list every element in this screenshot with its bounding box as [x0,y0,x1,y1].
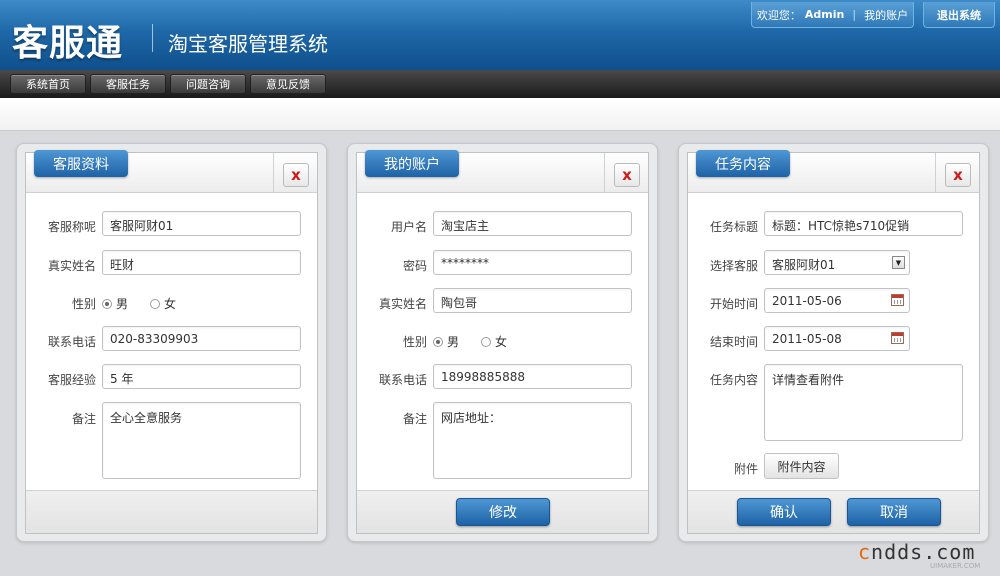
task-form: 任务标题 标题：HTC惊艳s710促销 选择客服 客服阿财01 ▼ 开始时间 2… [688,194,979,490]
task-content-textarea[interactable]: 详情查看附件 [764,364,963,441]
watermark-sub: UIMAKER.COM [930,562,981,570]
account-notes-label: 备注 [402,412,427,426]
profile-panel-footer [26,490,317,533]
sub-toolbar [0,98,1000,131]
notes-textarea[interactable]: 全心全意服务 [102,402,301,479]
task-panel: 任务内容 x 任务标题 标题：HTC惊艳s710促销 选择客服 客服阿财01 ▼… [678,143,989,542]
nickname-label: 客服称呢 [47,220,96,234]
username-field[interactable]: 淘宝店主 [433,211,632,236]
username: Admin [804,8,845,21]
user-box: 欢迎您： Admin | 我的账户 [751,2,914,28]
account-panel-footer: 修改 [357,490,648,533]
profile-panel-header: 客服资料 x [26,150,317,193]
modify-button[interactable]: 修改 [456,498,550,526]
nav-item-tasks[interactable]: 客服任务 [90,74,166,94]
task-close-area: x [935,153,979,193]
agent-select-label: 选择客服 [709,259,758,273]
account-panel: 我的账户 x 用户名 淘宝店主 密码 ******** 真实姓名 陶包哥 性别 … [347,143,658,542]
watermark-logo: cndds.com [858,540,976,564]
account-panel-title: 我的账户 [365,150,459,177]
account-notes-textarea[interactable]: 网店地址： [433,402,632,479]
username-label: 用户名 [390,220,427,234]
account-phone-label: 联系电话 [378,373,427,387]
account-panel-inner: 我的账户 x 用户名 淘宝店主 密码 ******** 真实姓名 陶包哥 性别 … [356,150,649,534]
end-date-label: 结束时间 [709,335,758,349]
logout-button[interactable]: 退出系统 [923,2,995,28]
experience-label: 客服经验 [47,373,96,387]
task-panel-title: 任务内容 [696,150,790,177]
task-close-icon[interactable]: x [945,163,971,187]
account-gender-female-radio[interactable] [481,336,492,347]
account-gender-radio-group: 男 女 [433,333,507,350]
profile-panel: 客服资料 x 客服称呢 客服阿财01 真实姓名 旺财 性别 男 女 联系电话 0… [16,143,327,542]
end-date-field[interactable]: 2011-05-08 [764,326,910,351]
end-date-value: 2011-05-08 [772,332,842,346]
start-date-field[interactable]: 2011-05-06 [764,288,910,313]
gender-female-radio[interactable] [150,298,161,309]
confirm-button[interactable]: 确认 [737,498,831,526]
account-realname-label: 真实姓名 [378,297,427,311]
phone-label: 联系电话 [47,335,96,349]
account-gender-female-label: 女 [495,335,508,349]
task-panel-footer: 确认 取消 [688,490,979,533]
profile-panel-title: 客服资料 [34,150,128,177]
start-date-value: 2011-05-06 [772,294,842,308]
account-panel-header: 我的账户 x [357,150,648,193]
task-panel-header: 任务内容 x [688,150,979,193]
logo-divider [152,24,153,52]
account-gender-label: 性别 [402,335,427,349]
chevron-down-icon[interactable]: ▼ [892,256,905,269]
user-separator: | [852,8,857,21]
realname-label: 真实姓名 [47,259,96,273]
welcome-text: 欢迎您： [756,8,801,22]
task-title-field[interactable]: 标题：HTC惊艳s710促销 [764,211,963,236]
calendar-icon[interactable] [891,294,904,306]
account-close-icon[interactable]: x [614,163,640,187]
account-form: 用户名 淘宝店主 密码 ******** 真实姓名 陶包哥 性别 男 女 联系电… [357,194,648,490]
password-label: 密码 [402,259,427,273]
header: 客服通 淘宝客服管理系统 欢迎您： Admin | 我的账户 退出系统 [0,0,1000,70]
account-gender-male-label: 男 [447,335,460,349]
phone-field[interactable]: 020-83309903 [102,326,301,351]
nickname-field[interactable]: 客服阿财01 [102,211,301,236]
gender-label: 性别 [71,297,96,311]
agent-select[interactable]: 客服阿财01 ▼ [764,250,910,275]
notes-label: 备注 [71,412,96,426]
main-nav: 系统首页 客服任务 问题咨询 意见反馈 [0,70,1000,98]
password-field[interactable]: ******** [433,250,632,275]
nav-item-questions[interactable]: 问题咨询 [170,74,246,94]
nav-item-home[interactable]: 系统首页 [10,74,86,94]
task-title-label: 任务标题 [709,220,758,234]
my-account-link[interactable]: 我的账户 [864,7,908,23]
gender-male-label: 男 [116,297,129,311]
account-gender-male-radio[interactable] [433,336,443,347]
gender-female-label: 女 [164,297,177,311]
profile-close-area: x [273,153,317,193]
agent-select-value: 客服阿财01 [772,258,836,272]
logo: 客服通 [12,23,124,64]
calendar-icon[interactable] [891,332,904,344]
realname-field[interactable]: 旺财 [102,250,301,275]
profile-panel-inner: 客服资料 x 客服称呢 客服阿财01 真实姓名 旺财 性别 男 女 联系电话 0… [25,150,318,534]
task-panel-inner: 任务内容 x 任务标题 标题：HTC惊艳s710促销 选择客服 客服阿财01 ▼… [687,150,980,534]
cancel-button[interactable]: 取消 [847,498,941,526]
experience-field[interactable]: 5 年 [102,364,301,389]
account-phone-field[interactable]: 18998885888 [433,364,632,389]
system-name: 淘宝客服管理系统 [168,32,328,56]
nav-item-feedback[interactable]: 意见反馈 [250,74,326,94]
account-realname-field[interactable]: 陶包哥 [433,288,632,313]
start-date-label: 开始时间 [709,297,758,311]
profile-close-icon[interactable]: x [283,163,309,187]
gender-male-radio[interactable] [102,298,112,309]
task-content-label: 任务内容 [709,373,758,387]
account-close-area: x [604,153,648,193]
gender-radio-group: 男 女 [102,295,176,312]
attachment-label: 附件 [733,462,758,476]
attachment-button[interactable]: 附件内容 [764,453,839,479]
profile-form: 客服称呢 客服阿财01 真实姓名 旺财 性别 男 女 联系电话 020-8330… [26,194,317,490]
